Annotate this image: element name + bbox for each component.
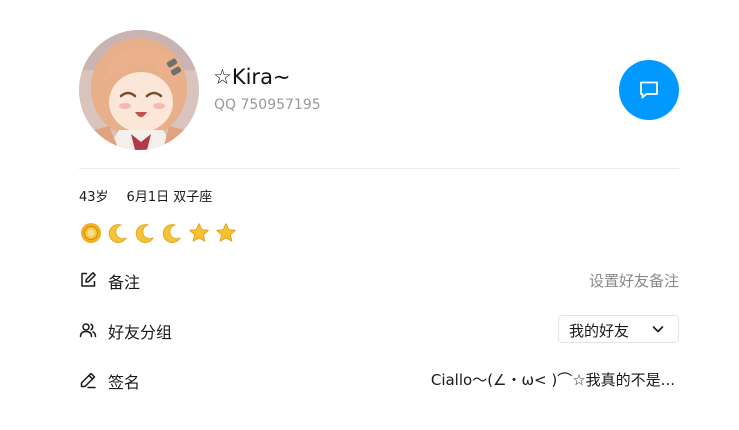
age-text: 43岁 bbox=[79, 190, 109, 205]
friend-group-selected: 我的好友 bbox=[569, 322, 630, 340]
remark-row: 备注 设置好友备注 bbox=[79, 265, 679, 295]
users-icon bbox=[79, 323, 97, 338]
birthday-text: 6月1日 双子座 bbox=[126, 190, 213, 205]
profile-card: ☆Kira~ QQ 750957195 43岁 6月1日 双子座 备注 设置好友… bbox=[0, 0, 739, 430]
star-icon bbox=[189, 223, 209, 242]
edit-note-icon bbox=[81, 272, 96, 287]
header-divider bbox=[79, 168, 679, 169]
avatar[interactable] bbox=[79, 30, 199, 150]
moon-icon bbox=[162, 224, 182, 243]
send-message-button[interactable] bbox=[619, 60, 679, 120]
qq-number: QQ 750957195 bbox=[214, 97, 321, 113]
nickname: ☆Kira~ bbox=[213, 65, 291, 89]
basic-info: 43岁 6月1日 双子座 bbox=[79, 186, 230, 205]
friend-group-label: 好友分组 bbox=[108, 323, 173, 342]
moon-icon bbox=[135, 224, 155, 243]
friend-group-select[interactable]: 我的好友 bbox=[558, 315, 679, 343]
signature-row: 签名 Ciallo～(∠・ω< )⌒☆我真的不是... bbox=[79, 365, 679, 395]
signature-text[interactable]: Ciallo～(∠・ω< )⌒☆我真的不是... bbox=[431, 369, 675, 390]
star-icon bbox=[216, 223, 236, 242]
qq-level-badges[interactable] bbox=[80, 222, 237, 244]
chevron-down-icon bbox=[652, 326, 664, 333]
chat-bubble-icon bbox=[640, 81, 658, 99]
avatar-image bbox=[79, 30, 199, 150]
signature-label: 签名 bbox=[108, 373, 141, 392]
friend-group-row: 好友分组 我的好友 bbox=[79, 315, 679, 345]
set-remark-link[interactable]: 设置好友备注 bbox=[589, 270, 679, 291]
pencil-icon bbox=[80, 372, 96, 389]
moon-icon bbox=[108, 224, 128, 243]
remark-label: 备注 bbox=[108, 273, 141, 292]
sun-icon bbox=[81, 223, 101, 243]
